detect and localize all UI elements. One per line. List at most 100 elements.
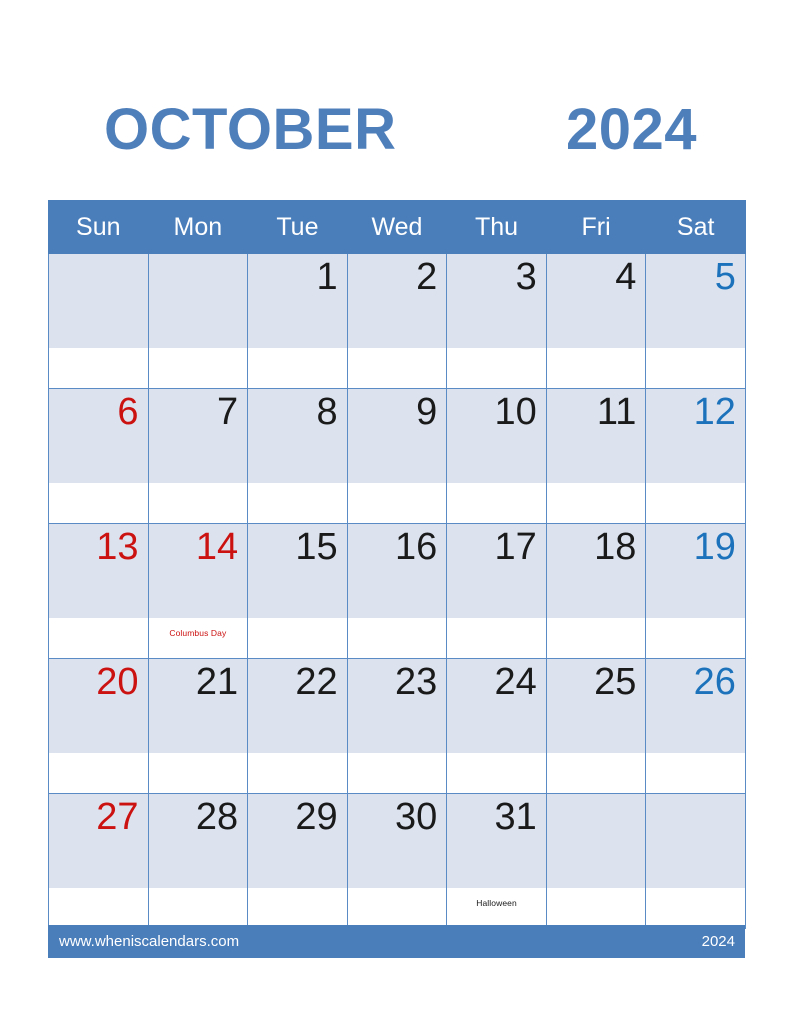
calendar-day-cell[interactable]: 22 [247,658,348,794]
day-number-band: 27 [49,794,148,888]
day-number: 17 [494,526,537,568]
calendar-day-cell[interactable]: 23 [346,658,448,794]
day-number: 25 [594,661,637,703]
day-number-band: 15 [248,524,347,618]
day-event-label: Halloween [476,898,517,908]
calendar-grid: Sun Mon Tue Wed Thu Fri Sat 1 2 3 4 5 6 7 8 9 10 1… [48,200,746,929]
day-cell-inner [646,794,745,928]
calendar-day-cell[interactable]: 5 [645,253,746,389]
day-number: 21 [195,661,239,703]
day-event-area [248,618,347,658]
calendar-day-cell[interactable]: 25 [545,658,647,794]
calendar-day-cell[interactable]: 8 [247,388,348,524]
calendar-day-cell[interactable]: 13 [48,523,149,659]
calendar-day-cell[interactable]: 1 [247,253,348,389]
calendar-day-cell[interactable]: 20 [48,658,149,794]
day-event-area [49,618,148,658]
day-cell-inner: 5 [646,254,745,388]
day-number: 24 [494,661,537,703]
calendar-day-cell[interactable]: 27 [48,793,149,929]
day-cell-inner: 14 Columbus Day [148,524,248,658]
day-number-band: 20 [49,659,148,753]
day-cell-inner [148,254,248,388]
day-cell-inner: 24 [447,659,546,793]
day-number: 18 [594,526,637,568]
day-event-area [646,618,745,658]
calendar-day-cell[interactable]: 9 [346,388,448,524]
day-event-area [148,483,248,523]
calendar-day-cell[interactable]: 14 Columbus Day [147,523,249,659]
day-cell-inner: 12 [646,389,745,523]
calendar-day-cell[interactable]: 31 Halloween [446,793,547,929]
day-number-band: 11 [546,389,646,483]
day-event-area [646,888,745,928]
day-number-band: 5 [646,254,745,348]
day-number-band [148,254,248,348]
day-event-area [49,888,148,928]
day-number: 22 [295,661,338,703]
calendar-day-cell[interactable]: 16 [346,523,448,659]
calendar-day-cell[interactable]: 6 [48,388,149,524]
day-event-area [49,753,148,793]
calendar-day-cell[interactable]: 29 [247,793,348,929]
day-cell-inner: 3 [447,254,546,388]
calendar-day-cell[interactable]: 18 [545,523,647,659]
page-title-month: OCTOBER [104,97,397,162]
day-number-band: 14 [148,524,248,618]
day-number-band: 1 [248,254,347,348]
day-cell-inner: 26 [646,659,745,793]
day-number-band: 13 [49,524,148,618]
calendar-day-cell[interactable]: 2 [346,253,448,389]
calendar-title: OCTOBER 2024 [48,92,745,168]
day-event-area [546,888,646,928]
calendar-empty-cell [645,793,746,929]
day-cell-inner: 13 [49,524,148,658]
calendar-day-cell[interactable]: 10 [446,388,547,524]
calendar-day-cell[interactable]: 3 [446,253,547,389]
day-event-area [546,753,646,793]
day-event-area [447,753,546,793]
calendar-day-cell[interactable]: 30 [346,793,448,929]
calendar-day-cell[interactable]: 24 [446,658,547,794]
day-number-band: 21 [148,659,248,753]
calendar-day-cell[interactable]: 12 [645,388,746,524]
day-number-band: 25 [546,659,646,753]
calendar-day-cell[interactable]: 7 [147,388,249,524]
day-number: 7 [216,391,239,433]
calendar-day-cell[interactable]: 11 [545,388,647,524]
day-cell-inner: 16 [347,524,447,658]
day-number: 2 [416,256,438,298]
day-number: 3 [515,256,537,298]
day-number-band: 17 [447,524,546,618]
calendar-day-cell[interactable]: 17 [446,523,547,659]
footer-site-url[interactable]: www.wheniscalendars.com [59,933,239,950]
day-number: 27 [96,796,139,838]
weekday-header-sat: Sat [645,200,746,254]
calendar-day-cell[interactable]: 26 [645,658,746,794]
calendar-day-cell[interactable]: 21 [147,658,249,794]
day-cell-inner: 23 [347,659,447,793]
day-event-area [447,348,546,388]
calendar-day-cell[interactable]: 15 [247,523,348,659]
day-event-area [148,753,248,793]
day-number-band: 26 [646,659,745,753]
footer-year: 2024 [701,933,735,950]
day-number: 23 [394,661,438,703]
day-event-area [546,483,646,523]
calendar-day-cell[interactable]: 28 [147,793,249,929]
day-number-band: 31 [447,794,546,888]
day-event-area [49,348,148,388]
calendar-day-cell[interactable]: 4 [545,253,647,389]
day-event-area [148,888,248,928]
day-event-area [347,348,447,388]
day-event-area [347,618,447,658]
calendar-day-cell[interactable]: 19 [645,523,746,659]
day-cell-inner: 18 [546,524,646,658]
day-number: 6 [117,391,139,433]
day-cell-inner: 7 [148,389,248,523]
day-number-band: 3 [447,254,546,348]
day-cell-inner: 15 [248,524,347,658]
day-event-area [347,753,447,793]
day-number: 5 [714,256,736,298]
calendar-page: OCTOBER 2024 Sun Mon Tue Wed Thu Fri Sat… [0,0,792,1024]
